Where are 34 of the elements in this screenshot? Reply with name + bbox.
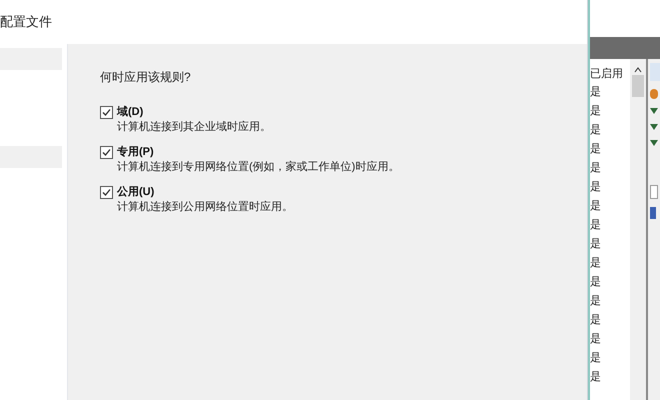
column-header: 已启用 (590, 66, 624, 82)
option-description: 计算机连接到公用网络位置时应用。 (117, 200, 293, 215)
table-cell-text: 是 (590, 351, 602, 366)
table-cell-text: 是 (590, 123, 602, 138)
checkbox[interactable] (100, 106, 113, 119)
table-cell-text: 是 (590, 275, 602, 290)
checkbox[interactable] (100, 146, 113, 159)
option-label: 专用(P) (117, 144, 155, 160)
option-label: 公用(U) (117, 185, 156, 200)
table-cell-text: 是 (590, 313, 602, 328)
table-cell-text: 是 (590, 370, 602, 385)
table-cell-text: 是 (590, 199, 602, 214)
check-icon (102, 108, 111, 117)
table-cell-text: 是 (590, 332, 602, 347)
option-description: 计算机连接到专用网络位置(例如，家或工作单位)时应用。 (117, 160, 400, 175)
table-cell-text: 是 (590, 142, 602, 157)
table-cell-text: 是 (590, 104, 602, 119)
check-icon (102, 148, 111, 157)
table-cell-text: 是 (590, 294, 602, 309)
scrollbar-thumb[interactable] (632, 75, 644, 97)
checkbox[interactable] (100, 186, 113, 199)
question-text: 何时应用该规则? (100, 69, 192, 86)
table-cell-text: 是 (590, 256, 602, 271)
table-cell-text: 是 (590, 85, 602, 100)
option-description: 计算机连接到其企业域时应用。 (117, 120, 271, 135)
header-bar (590, 37, 660, 59)
option-label: 域(D) (117, 104, 144, 120)
dialog-title: 配置文件 (0, 13, 52, 32)
table-cell-text: 是 (590, 218, 602, 233)
scroll-up-icon[interactable] (634, 67, 642, 73)
table-cell-text: 是 (590, 161, 602, 176)
table-cell-text: 是 (590, 180, 602, 195)
table-cell-text: 是 (590, 237, 602, 252)
check-icon (102, 188, 111, 197)
